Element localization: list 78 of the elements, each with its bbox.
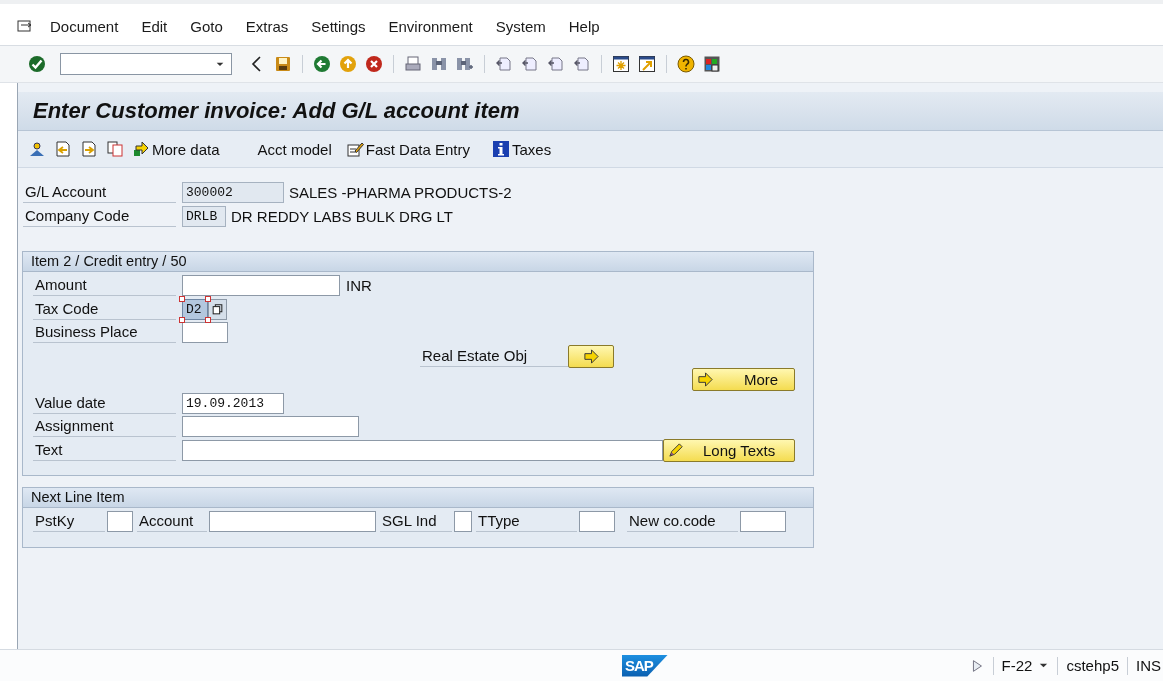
field-label: Account	[137, 511, 207, 533]
field-description: DR REDDY LABS BULK DRG LT	[231, 207, 453, 225]
menu-item[interactable]: Environment	[388, 16, 473, 37]
input-field[interactable]	[182, 275, 340, 297]
arrow-icon	[582, 347, 600, 365]
logo: SAP	[622, 654, 668, 677]
menu-item[interactable]: Help	[568, 16, 600, 37]
input-field[interactable]	[182, 439, 663, 461]
input-field[interactable]	[209, 511, 376, 533]
menu-item[interactable]: Document	[50, 16, 119, 37]
back-icon[interactable]	[313, 55, 331, 73]
page-icon[interactable]	[547, 55, 565, 73]
field-label: Tax Code	[33, 298, 176, 320]
possible-entries-button[interactable]	[208, 298, 227, 320]
save-icon[interactable]	[274, 55, 292, 73]
page-icon[interactable]	[495, 55, 513, 73]
group-title: Next Line Item	[23, 488, 813, 508]
display-field: DRLB	[182, 205, 226, 227]
menu-item[interactable]: Extras	[245, 16, 289, 37]
field-label: PstKy	[33, 511, 105, 533]
new-window-icon[interactable]	[612, 55, 630, 73]
transaction-dropdown[interactable]: F-22	[1001, 657, 1050, 674]
menu-item[interactable]: Settings	[311, 16, 366, 37]
info-icon	[491, 140, 510, 158]
acct-model-button[interactable]: Acct model	[257, 140, 332, 158]
menu-item[interactable]: Edit	[141, 16, 168, 37]
arrow-icon	[132, 140, 150, 158]
currency-label: INR	[346, 277, 372, 295]
input-field[interactable]	[182, 322, 228, 344]
pencil-list-icon	[345, 140, 364, 158]
taxes-button[interactable]: Taxes	[491, 140, 552, 158]
field-label: Value date	[33, 392, 176, 414]
copy-icon	[211, 302, 224, 316]
more-button[interactable]: More	[692, 368, 795, 392]
document-arrow-icon[interactable]	[80, 140, 98, 158]
input-field[interactable]	[107, 511, 133, 533]
field-label: TType	[476, 511, 577, 533]
screen-title: Enter Customer invoice: Add G/L account item	[33, 98, 520, 124]
long-texts-button[interactable]: Long Texts	[663, 438, 795, 462]
copy-icon[interactable]	[106, 140, 124, 158]
layout-icon[interactable]	[703, 55, 721, 73]
shortcut-icon[interactable]	[638, 55, 656, 73]
field-label: SGL Ind	[380, 511, 452, 533]
input-field[interactable]	[454, 511, 472, 533]
more-data-button[interactable]: More data	[132, 140, 220, 158]
menu-item[interactable]: Goto	[190, 16, 223, 37]
input-field[interactable]	[740, 511, 786, 533]
page-icon[interactable]	[521, 55, 539, 73]
command-field[interactable]	[60, 53, 232, 75]
field-description: SALES -PHARMA PRODUCTS-2	[289, 183, 512, 201]
input-field[interactable]: 19.09.2013	[182, 392, 284, 414]
field-label: Amount	[33, 275, 176, 297]
cancel-icon[interactable]	[365, 55, 383, 73]
input-field[interactable]	[182, 416, 359, 438]
menu-item[interactable]: System	[495, 16, 546, 37]
group-title: Item 2 / Credit entry / 50	[23, 252, 813, 272]
pencil-icon	[668, 441, 685, 459]
binoculars-plus-icon[interactable]	[456, 55, 474, 73]
check-icon[interactable]	[28, 55, 46, 73]
person-icon[interactable]	[28, 140, 46, 158]
field-label: Company Code	[23, 205, 176, 227]
fast-data-entry-button[interactable]: Fast Data Entry	[345, 140, 470, 158]
insert-mode: INS	[1136, 657, 1161, 674]
field-label: G/L Account	[23, 181, 176, 203]
arrow-icon	[697, 371, 714, 389]
field-label: New co.code	[627, 511, 738, 533]
server-name: cstehp5	[1066, 657, 1119, 674]
field-label: Business Place	[33, 322, 176, 344]
input-field[interactable]	[579, 511, 615, 533]
display-field: 300002	[182, 181, 284, 203]
real-estate-button[interactable]	[568, 344, 614, 368]
binoculars-icon[interactable]	[430, 55, 448, 73]
document-arrow-icon[interactable]	[54, 140, 72, 158]
field-label: Assignment	[33, 416, 176, 438]
page-icon[interactable]	[573, 55, 591, 73]
field-label: Text	[33, 439, 176, 461]
print-icon[interactable]	[404, 55, 422, 73]
help-icon[interactable]	[677, 55, 695, 73]
